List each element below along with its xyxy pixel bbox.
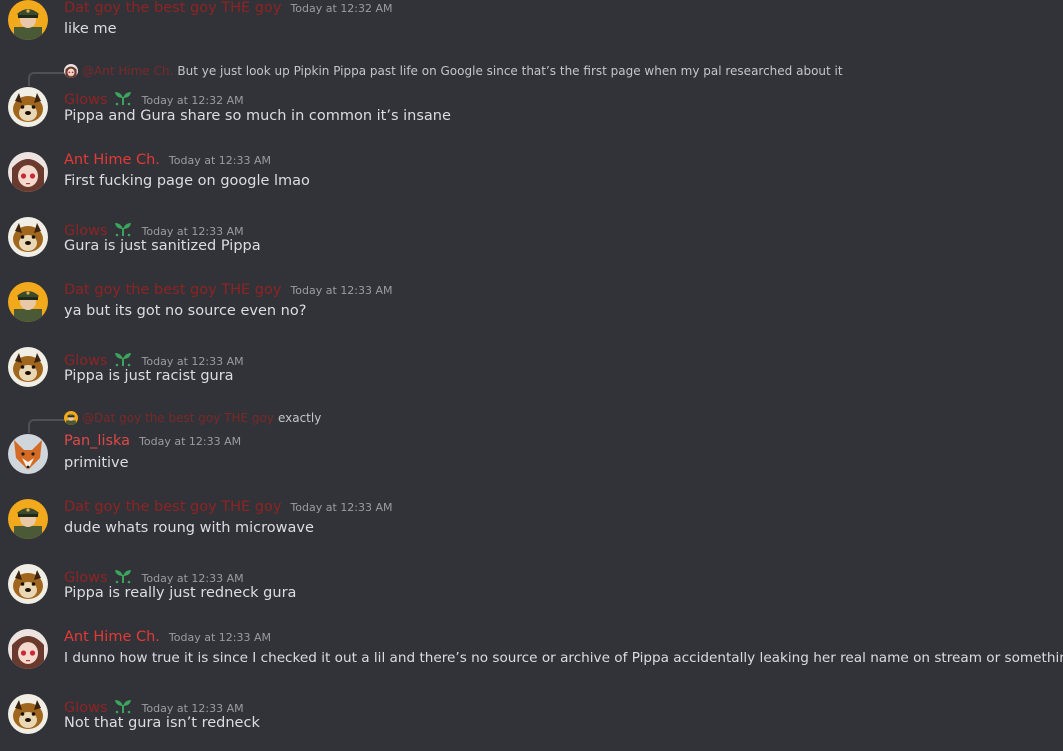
- sprout-icon: [113, 89, 133, 107]
- message-content: Pippa is really just redneck gura: [64, 585, 297, 601]
- avatar[interactable]: [8, 0, 48, 40]
- reply-spine: [28, 419, 64, 433]
- username[interactable]: Dat goy the best goy THE goy: [64, 282, 281, 298]
- reply-text: exactly: [277, 411, 322, 425]
- timestamp: Today at 12:33 AM: [141, 355, 244, 368]
- timestamp: Today at 12:33 AM: [141, 225, 244, 238]
- avatar[interactable]: [8, 434, 48, 474]
- timestamp: Today at 12:33 AM: [141, 702, 244, 715]
- timestamp: Today at 12:33 AM: [168, 631, 271, 644]
- avatar[interactable]: [8, 217, 48, 257]
- username[interactable]: Ant Hime Ch.: [64, 152, 160, 168]
- reply-avatar: [64, 64, 78, 78]
- reply-avatar: [64, 411, 78, 425]
- username[interactable]: Glows: [64, 570, 108, 586]
- reply-mention[interactable]: @Dat goy the best goy THE goy: [82, 411, 274, 425]
- message-content: primitive: [64, 455, 129, 471]
- sprout-icon: [113, 220, 133, 238]
- reply-text: But ye just look up Pipkin Pippa past li…: [177, 64, 843, 78]
- avatar[interactable]: [8, 87, 48, 127]
- timestamp: Today at 12:33 AM: [141, 572, 244, 585]
- timestamp: Today at 12:33 AM: [168, 154, 271, 167]
- username[interactable]: Glows: [64, 700, 108, 716]
- username[interactable]: Dat goy the best goy THE goy: [64, 0, 281, 16]
- reply-spine: [28, 72, 64, 86]
- message-content: ya but its got no source even no?: [64, 303, 307, 319]
- username[interactable]: Glows: [64, 353, 108, 369]
- avatar[interactable]: [8, 152, 48, 192]
- sprout-icon: [113, 350, 133, 368]
- username[interactable]: Pan_liska: [64, 433, 130, 449]
- message-content: Pippa is just racist gura: [64, 368, 234, 384]
- username[interactable]: Glows: [64, 223, 108, 239]
- message-content: Gura is just sanitized Pippa: [64, 238, 261, 254]
- timestamp: Today at 12:33 AM: [290, 284, 393, 297]
- reply-mention[interactable]: @Ant Hime Ch.: [82, 64, 173, 78]
- timestamp: Today at 12:33 AM: [139, 435, 242, 448]
- timestamp: Today at 12:33 AM: [290, 501, 393, 514]
- timestamp: Today at 12:32 AM: [141, 94, 244, 107]
- message-content: like me: [64, 21, 117, 37]
- message-content: I dunno how true it is since I checked i…: [64, 650, 1063, 666]
- username[interactable]: Ant Hime Ch.: [64, 629, 160, 645]
- message-content: First fucking page on google lmao: [64, 173, 310, 189]
- message-content: Not that gura isn’t redneck: [64, 715, 260, 731]
- sprout-icon: [113, 567, 133, 585]
- avatar[interactable]: [8, 499, 48, 539]
- avatar[interactable]: [8, 347, 48, 387]
- avatar[interactable]: [8, 282, 48, 322]
- message-content: dude whats roung with microwave: [64, 520, 314, 536]
- sprout-icon: [113, 697, 133, 715]
- avatar[interactable]: [8, 629, 48, 669]
- username[interactable]: Glows: [64, 92, 108, 108]
- message-content: Pippa and Gura share so much in common i…: [64, 108, 451, 124]
- username[interactable]: Dat goy the best goy THE goy: [64, 499, 281, 515]
- avatar[interactable]: [8, 694, 48, 734]
- avatar[interactable]: [8, 564, 48, 604]
- timestamp: Today at 12:32 AM: [290, 2, 393, 15]
